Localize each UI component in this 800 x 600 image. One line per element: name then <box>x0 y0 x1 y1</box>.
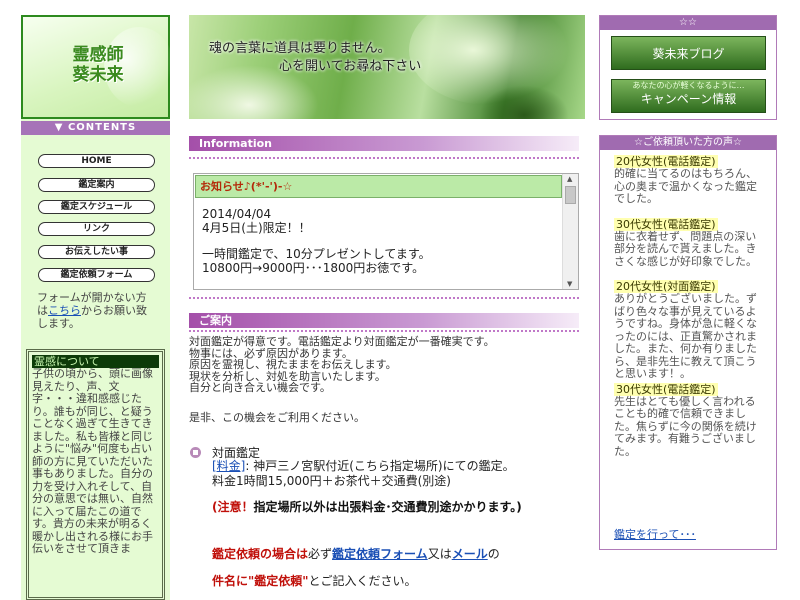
divider <box>189 157 579 159</box>
guide-line: 自分と向き合えい機会です。 <box>189 381 331 394</box>
apply-text: 必ず <box>308 547 333 561</box>
contents-header: ▼ CONTENTS <box>21 121 170 135</box>
fee-line2: 料金1時間15,000円＋お茶代＋交通費(別途) <box>212 474 451 488</box>
scroll-thumb[interactable] <box>565 186 576 204</box>
testimonial-text: 歯に衣着せず、問題点の深い部分を読んで貰えました。きさくな感じが好印象でした。 <box>614 229 757 268</box>
apply-label: 鑑定依頼の場合は <box>212 547 309 561</box>
information-header: Information <box>189 136 579 151</box>
about-psychic-box: 霊感について 子供の頃から、頭に画像見えたり、声、文字・・・違和感感じたり。誰も… <box>26 349 165 600</box>
testimonial-text: ありがとうございました。ずばり色々な事が見えているようですね。身体が急に軽くなっ… <box>614 292 757 380</box>
news-scrollbar[interactable]: ▲ ▼ <box>562 174 578 289</box>
blog-button[interactable]: 葵未来ブログ <box>611 36 766 70</box>
warning-label: (注意！ <box>212 500 254 514</box>
logo-line2: 葵未来 <box>72 65 124 85</box>
guide-header: ご案内 <box>189 313 579 328</box>
testimonials-box: ☆ご依頼頂いた方の声☆ 20代女性(電話鑑定) 的確に当てるのはもちろん、心の奥… <box>599 135 777 550</box>
nav-form-button[interactable]: 鑑定依頼フォーム <box>38 268 155 282</box>
guide-line: 対面鑑定が得意です。電話鑑定より対面鑑定が一番確実です。 <box>189 335 495 348</box>
campaign-button[interactable]: あなたの心が軽くなるように… キャンペーン情報 <box>611 79 766 113</box>
stars-header: ☆☆ <box>600 16 776 30</box>
subject-text: とご記入ください。 <box>308 574 417 588</box>
banner-text-1: 魂の言葉に道具は要りません。 <box>209 41 391 56</box>
nav-home-button[interactable]: HOME <box>38 154 155 168</box>
warning-text: 指定場所以外は出張料金･交通費別途かかります。) <box>253 500 522 514</box>
testimonial-title: 30代女性(電話鑑定) <box>614 382 718 396</box>
guide-line: 原因を霊視し、視たままをお伝えします。 <box>189 358 397 371</box>
fee-text: : 神戸三ノ宮駅付近(こちら指定場所)にての鑑定。 <box>245 459 515 473</box>
bullet-icon <box>190 447 201 458</box>
banner-text-2: 心を開いてお尋ね下さい <box>279 59 422 74</box>
form-note: フォームが開かない方はこちらからお願い致します。 <box>37 291 157 330</box>
news-box[interactable]: お知らせ♪(*'-')-☆ 2014/04/04 4月5日(土)限定！！ 一時間… <box>193 173 579 290</box>
fee-tag: [料金] <box>212 459 246 473</box>
subject-label: 件名に"鑑定依頼" <box>212 574 309 588</box>
campaign-label: キャンペーン情報 <box>640 92 737 106</box>
right-links-box: ☆☆ 葵未来ブログ あなたの心が軽くなるように… キャンペーン情報 <box>599 15 777 120</box>
news-body: 2014/04/04 4月5日(土)限定！！ 一時間鑑定で、10分プレゼントして… <box>202 207 552 275</box>
site-logo[interactable]: 霊感師 葵未来 <box>21 15 174 119</box>
apply-subject-note: 件名に"鑑定依頼"とご記入ください。 <box>212 572 582 589</box>
news-line: 10800円→9000円･･･1800円お徳です。 <box>202 261 425 275</box>
news-date: 2014/04/04 <box>202 207 272 221</box>
testimonials-header: ☆ご依頼頂いた方の声☆ <box>600 136 776 150</box>
guide-note: 是非、この機会をご利用ください。 <box>189 411 365 424</box>
campaign-subtext: あなたの心が軽くなるように… <box>632 81 745 90</box>
divider <box>189 330 579 332</box>
divider <box>189 297 579 299</box>
testimonials-more-link[interactable]: 鑑定を行って･･･ <box>614 526 696 542</box>
logo-text: 霊感師 葵未来 <box>63 45 133 85</box>
news-line: 一時間鑑定で、10分プレゼントしてます。 <box>202 247 431 261</box>
guide-text: 対面鑑定が得意です。電話鑑定より対面鑑定が一番確実です。 物事には、必ず原因があ… <box>189 336 579 394</box>
logo-line1: 霊感師 <box>72 45 124 65</box>
apply-mail-link[interactable]: メール <box>452 547 488 561</box>
nav-links-button[interactable]: リンク <box>38 222 155 236</box>
left-sidebar: 霊感師 葵未来 ▼ CONTENTS HOME 鑑定案内 鑑定スケジュール リン… <box>21 15 174 600</box>
apply-text: の <box>487 547 500 561</box>
nav-guide-button[interactable]: 鑑定案内 <box>38 178 155 192</box>
nav-schedule-button[interactable]: 鑑定スケジュール <box>38 200 155 214</box>
scroll-down-icon[interactable]: ▼ <box>567 280 572 288</box>
nav-message-button[interactable]: お伝えしたい事 <box>38 245 155 259</box>
scroll-up-icon[interactable]: ▲ <box>567 175 572 183</box>
service-warning: (注意！指定場所以外は出張料金･交通費別途かかります。) <box>212 500 572 515</box>
testimonial-text: 的確に当てるのはもちろん、心の奥まで温かくなった鑑定でした。 <box>614 167 757 205</box>
news-line: 4月5日(土)限定！！ <box>202 221 311 235</box>
apply-text: 又は <box>427 547 452 561</box>
service-fee: [料金]: 神戸三ノ宮駅付近(こちら指定場所)にての鑑定。 料金1時間15,00… <box>212 459 572 489</box>
about-psychic-text: 子供の頃から、頭に画像見えたり、声、文字・・・違和感感じたり。誰もが同じ、と疑う… <box>32 367 153 555</box>
apply-form-link[interactable]: 鑑定依頼フォーム <box>332 547 428 561</box>
form-note-link[interactable]: こちら <box>48 304 81 317</box>
apply-instruction: 鑑定依頼の場合は必ず鑑定依頼フォーム又はメールの <box>212 545 582 562</box>
testimonial-text: 先生はとても優しく言われることも的確で信頼できました。焦らずに今の関係を続けてみ… <box>614 394 757 458</box>
header-banner: 魂の言葉に道具は要りません。 心を開いてお尋ね下さい <box>189 15 585 119</box>
testimonial-title: 30代女性(電話鑑定) <box>614 217 718 231</box>
news-title: お知らせ♪(*'-')-☆ <box>195 175 562 198</box>
